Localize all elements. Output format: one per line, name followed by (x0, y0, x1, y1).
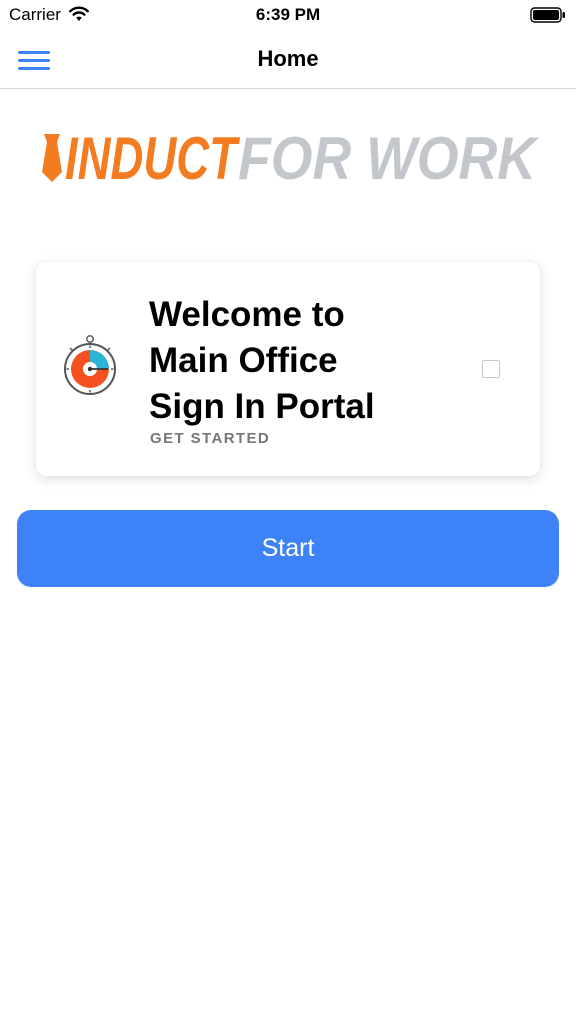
stopwatch-icon (64, 334, 116, 395)
status-time: 6:39 PM (255, 5, 321, 24)
welcome-title: Welcome to Main Office Sign In Portal (149, 295, 375, 426)
get-started-label: GET STARTED (150, 430, 271, 447)
navigation-bar: Home (0, 30, 576, 89)
status-bar: Carrier 6:39 PM (0, 0, 576, 30)
induct-for-work-logo: INDUCT FOR WORK (42, 128, 539, 188)
portal-card[interactable]: Welcome to Main Office Sign In Portal GE… (36, 262, 540, 476)
page-title: Home (257, 46, 319, 71)
battery-icon (530, 7, 565, 23)
start-button[interactable]: Start (17, 510, 559, 587)
logo-text-induct: INDUCT (65, 128, 240, 188)
select-checkbox[interactable] (482, 360, 500, 378)
logo-text-for-work: FOR WORK (238, 128, 539, 188)
